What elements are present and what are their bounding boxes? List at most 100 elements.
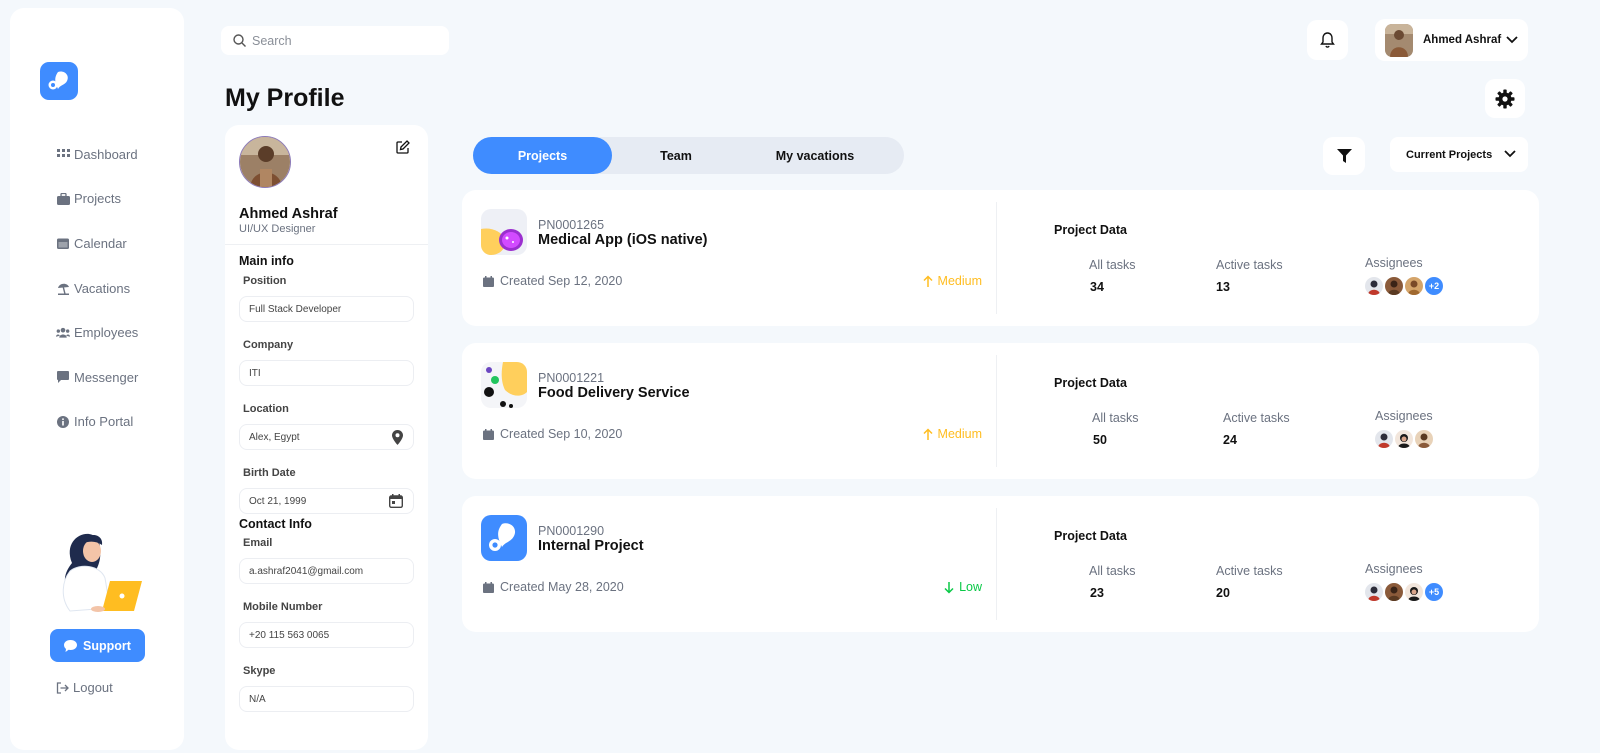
beach-icon bbox=[56, 281, 70, 295]
grid-icon bbox=[56, 147, 70, 161]
position-field[interactable]: Full Stack Developer bbox=[239, 296, 414, 322]
assignees-label: Assignees bbox=[1365, 562, 1423, 576]
profile-name: Ahmed Ashraf bbox=[239, 206, 338, 222]
priority-badge: Medium bbox=[923, 427, 982, 441]
profile-card: Ahmed Ashraf UI/UX Designer Main info Po… bbox=[225, 125, 428, 750]
birth-date-value: Oct 21, 1999 bbox=[249, 495, 307, 507]
project-card[interactable]: PN0001290 Internal Project Created May 2… bbox=[462, 496, 1539, 632]
project-data-title: Project Data bbox=[1054, 376, 1127, 390]
location-label: Location bbox=[243, 403, 289, 415]
avatar bbox=[1365, 583, 1383, 601]
birth-date-label: Birth Date bbox=[243, 467, 296, 479]
search-input[interactable] bbox=[252, 33, 432, 48]
project-card[interactable]: PN0001221 Food Delivery Service Created … bbox=[462, 343, 1539, 479]
filter-button[interactable] bbox=[1323, 137, 1365, 175]
priority-badge: Medium bbox=[923, 274, 982, 288]
gear-icon bbox=[1495, 89, 1515, 108]
project-name: Medical App (iOS native) bbox=[538, 232, 708, 248]
search-icon bbox=[233, 34, 246, 47]
briefcase-icon bbox=[56, 192, 70, 206]
avatar bbox=[1395, 430, 1413, 448]
tab-projects[interactable]: Projects bbox=[473, 137, 612, 174]
sidebar-item-messenger[interactable]: Messenger bbox=[56, 355, 138, 400]
skype-field[interactable]: N/A bbox=[239, 686, 414, 712]
sidebar-item-label: Projects bbox=[74, 191, 121, 207]
priority-label: Medium bbox=[937, 274, 982, 288]
project-created: Created May 28, 2020 bbox=[483, 580, 624, 594]
support-button[interactable]: Support bbox=[50, 629, 145, 662]
sidebar-item-info-portal[interactable]: Info Portal bbox=[56, 400, 138, 445]
mobile-field[interactable]: +20 115 563 0065 bbox=[239, 622, 414, 648]
calendar-icon bbox=[483, 581, 494, 593]
tab-team[interactable]: Team bbox=[612, 137, 740, 174]
sidebar-nav: Dashboard Projects Calendar Vacations Em… bbox=[56, 132, 138, 444]
chevron-down-icon bbox=[1506, 31, 1518, 49]
project-name: Food Delivery Service bbox=[538, 385, 690, 401]
assignees-more-badge[interactable]: +2 bbox=[1425, 277, 1443, 295]
birth-date-field[interactable]: Oct 21, 1999 bbox=[239, 488, 414, 514]
user-name: Ahmed Ashraf bbox=[1423, 34, 1502, 46]
active-tasks-count: 20 bbox=[1216, 586, 1230, 600]
sidebar-item-calendar[interactable]: Calendar bbox=[56, 221, 138, 266]
sidebar-item-label: Vacations bbox=[74, 280, 131, 296]
divider bbox=[996, 202, 997, 314]
logo-icon bbox=[48, 71, 68, 90]
arrow-up-icon bbox=[923, 427, 933, 440]
email-field[interactable]: a.ashraf2041@gmail.com bbox=[239, 558, 414, 584]
project-thumbnail bbox=[481, 515, 527, 561]
calendar-icon bbox=[56, 236, 70, 250]
logout-button[interactable]: Logout bbox=[56, 680, 113, 695]
project-created: Created Sep 10, 2020 bbox=[483, 427, 622, 441]
assignees-more-badge[interactable]: +5 bbox=[1425, 583, 1443, 601]
calendar-icon bbox=[388, 494, 404, 511]
created-date: Created Sep 12, 2020 bbox=[500, 274, 623, 288]
project-id: PN0001265 bbox=[538, 218, 605, 232]
priority-badge: Low bbox=[944, 580, 982, 594]
sidebar: Dashboard Projects Calendar Vacations Em… bbox=[10, 8, 184, 750]
sidebar-item-projects[interactable]: Projects bbox=[56, 177, 138, 222]
location-field[interactable]: Alex, Egypt bbox=[239, 424, 414, 450]
settings-button[interactable] bbox=[1485, 79, 1525, 118]
project-card[interactable]: PN0001265 Medical App (iOS native) Creat… bbox=[462, 190, 1539, 326]
tab-my-vacations[interactable]: My vacations bbox=[740, 137, 890, 174]
sidebar-item-dashboard[interactable]: Dashboard bbox=[56, 132, 138, 177]
sidebar-item-employees[interactable]: Employees bbox=[56, 310, 138, 355]
assignees-label: Assignees bbox=[1375, 409, 1433, 423]
profile-avatar bbox=[239, 136, 291, 188]
all-tasks-count: 23 bbox=[1090, 586, 1104, 600]
page-title: My Profile bbox=[225, 84, 345, 112]
assignee-list: +2 bbox=[1365, 277, 1443, 295]
active-tasks-label: Active tasks bbox=[1223, 411, 1290, 425]
edit-profile-button[interactable] bbox=[393, 137, 413, 157]
mobile-label: Mobile Number bbox=[243, 601, 323, 613]
project-data-title: Project Data bbox=[1054, 223, 1127, 237]
sidebar-item-label: Employees bbox=[74, 325, 139, 341]
mobile-value: +20 115 563 0065 bbox=[249, 629, 330, 641]
divider bbox=[996, 508, 997, 620]
search-bar[interactable] bbox=[221, 26, 449, 55]
avatar bbox=[1365, 277, 1383, 295]
all-tasks-label: All tasks bbox=[1089, 258, 1136, 272]
assignee-list: +5 bbox=[1365, 583, 1443, 601]
project-filter-dropdown[interactable]: Current Projects bbox=[1390, 137, 1528, 172]
calendar-icon bbox=[483, 275, 494, 287]
notifications-button[interactable] bbox=[1307, 20, 1348, 60]
avatar bbox=[1405, 277, 1423, 295]
all-tasks-count: 34 bbox=[1090, 280, 1104, 294]
chat-icon bbox=[64, 639, 78, 652]
contact-info-title: Contact Info bbox=[239, 517, 312, 531]
project-id: PN0001290 bbox=[538, 524, 605, 538]
sidebar-item-label: Messenger bbox=[74, 369, 139, 385]
info-icon bbox=[56, 415, 70, 429]
user-menu[interactable]: Ahmed Ashraf bbox=[1375, 19, 1528, 61]
sidebar-item-vacations[interactable]: Vacations bbox=[56, 266, 138, 311]
chat-icon bbox=[56, 370, 70, 384]
project-thumbnail bbox=[481, 209, 527, 255]
users-icon bbox=[56, 326, 70, 340]
email-value: a.ashraf2041@gmail.com bbox=[249, 565, 364, 577]
priority-label: Medium bbox=[937, 427, 982, 441]
app-logo[interactable] bbox=[40, 62, 78, 100]
company-field[interactable]: ITI bbox=[239, 360, 414, 386]
location-pin-icon bbox=[392, 430, 403, 448]
project-data-title: Project Data bbox=[1054, 529, 1127, 543]
